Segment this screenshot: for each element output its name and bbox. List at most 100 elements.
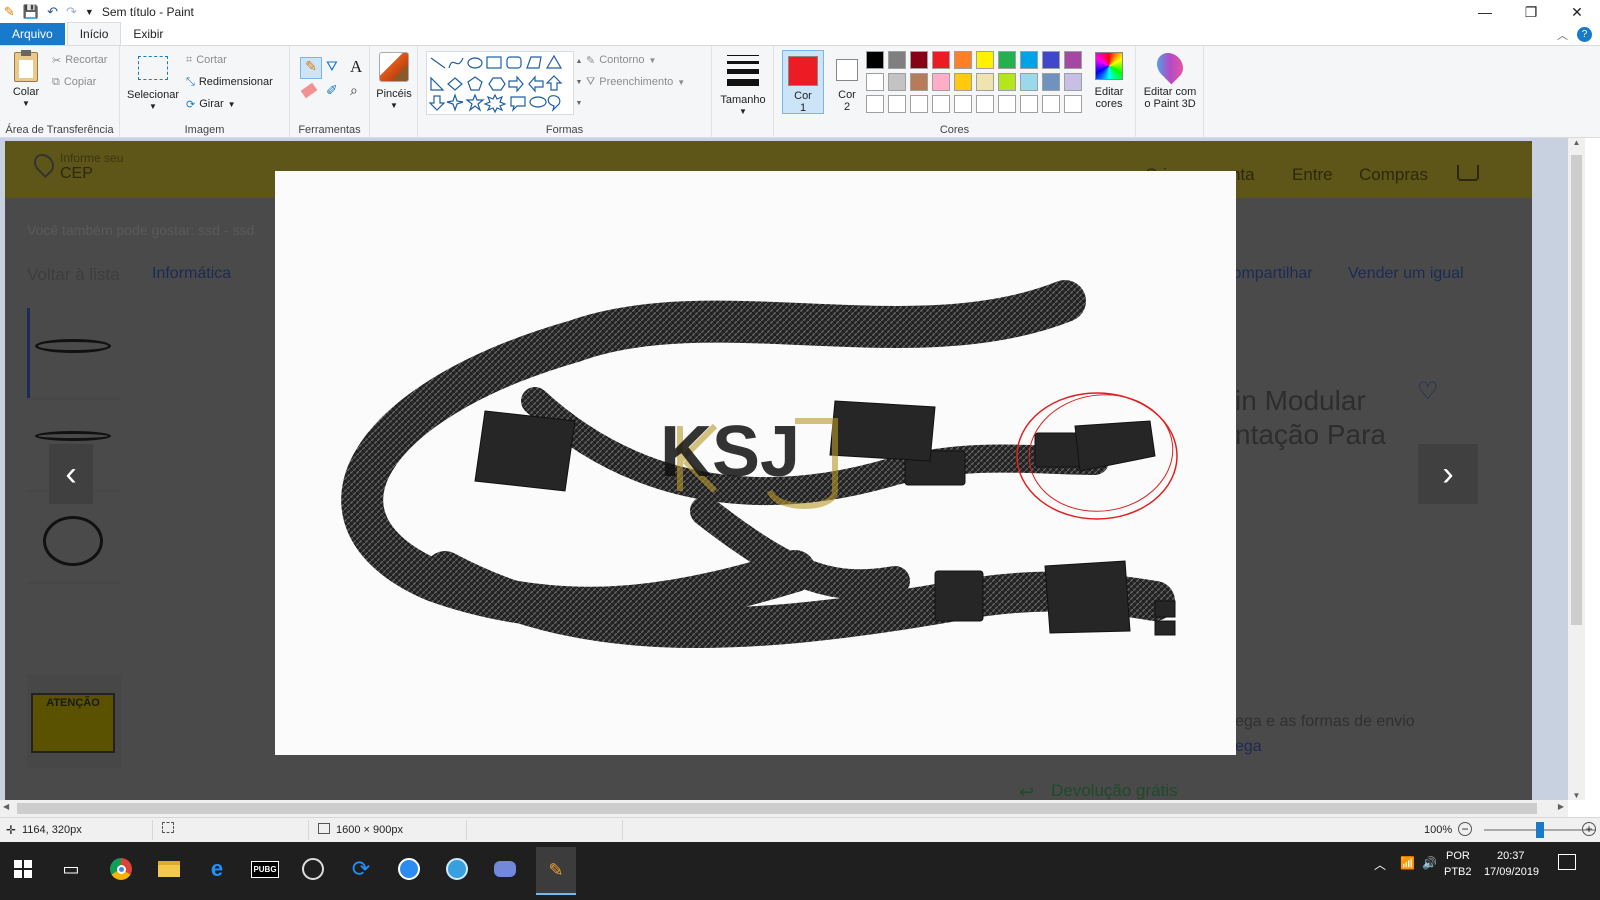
tab-home[interactable]: Início [66,22,122,45]
customize-dropdown-icon[interactable]: ▼ [85,7,94,17]
obs-icon[interactable] [296,852,330,886]
palette-swatch[interactable] [976,51,994,69]
copy-button[interactable]: ⧉ Copiar [52,72,96,92]
color2-button[interactable]: Cor 2 [830,50,864,114]
thumbnail-item[interactable] [27,584,121,674]
palette-swatch[interactable] [888,51,906,69]
palette-swatch[interactable] [1064,95,1082,113]
login-link[interactable]: Entre [1292,165,1333,185]
outline-button[interactable]: ✎ Contorno ▼ [586,50,656,70]
fill-bucket-icon[interactable]: ⛛ [326,58,338,75]
zoom-out-icon[interactable]: − [1458,822,1472,836]
edit-colors-button[interactable]: Editar cores [1086,52,1132,118]
blue-app2-icon[interactable] [440,852,474,886]
clock-date[interactable]: 17/09/2019 [1484,866,1539,878]
horizontal-scrollbar[interactable]: ◀ ▶ [0,800,1568,817]
restore-button[interactable]: ❐ [1508,0,1554,24]
palette-swatch[interactable] [888,73,906,91]
palette-swatch[interactable] [1020,51,1038,69]
palette-swatch[interactable] [976,73,994,91]
scroll-down-icon[interactable]: ▼ [1568,791,1585,800]
purchases-link[interactable]: Compras [1359,165,1428,185]
paste-button[interactable]: Colar ▼ [6,50,46,112]
palette-swatch[interactable] [932,95,950,113]
breadcrumb-link[interactable]: Informática [152,265,231,283]
resize-button[interactable]: ⤡ Redimensionar [186,72,273,92]
size-button[interactable]: Tamanho ▼ [720,52,766,118]
browser-refresh-icon[interactable]: ⟳ [344,852,378,886]
palette-swatch[interactable] [1020,95,1038,113]
cut-button[interactable]: ✂ Recortar [52,50,107,70]
zoom-slider[interactable] [1484,822,1596,838]
sell-similar-link[interactable]: Vender um igual [1348,265,1464,283]
pubg-icon[interactable]: PUBG [248,852,282,886]
fill-button[interactable]: ⛛ Preenchimento ▼ [586,72,685,92]
palette-swatch[interactable] [1042,73,1060,91]
notification-center-icon[interactable] [1558,854,1576,870]
brushes-button[interactable]: Pincéis ▼ [374,52,414,118]
tab-view[interactable]: Exibir [121,23,175,45]
vertical-scrollbar[interactable]: ▲ ▼ [1568,138,1585,800]
gallery-next-button[interactable]: › [1418,444,1478,504]
palette-swatch[interactable] [1042,51,1060,69]
paint-app-icon[interactable]: ✎ [4,4,15,20]
file-explorer-icon[interactable] [152,852,186,886]
canvas-area[interactable]: Informe seu CEP Crie sua conta Entre Com… [0,138,1568,800]
edit-paint3d-button[interactable]: Editar com o Paint 3D [1140,47,1200,118]
zoom-in-icon[interactable]: + [1582,822,1596,836]
palette-swatch[interactable] [1042,95,1060,113]
gallery-prev-button[interactable]: ‹ [49,444,93,504]
palette-swatch[interactable] [954,51,972,69]
discord-icon[interactable] [488,852,522,886]
select-button[interactable]: Selecionar ▼ [126,52,180,114]
palette-swatch[interactable] [866,95,884,113]
back-to-list-link[interactable]: Voltar à lista [27,265,120,285]
language-secondary[interactable]: PTB2 [1444,866,1472,878]
language-primary[interactable]: POR [1446,850,1470,862]
shipping-info-2[interactable]: ega [1235,738,1262,756]
palette-swatch[interactable] [998,51,1016,69]
palette-swatch[interactable] [998,95,1016,113]
vertical-scroll-thumb[interactable] [1571,155,1582,625]
edge-icon[interactable]: e [200,852,234,886]
shapes-gallery[interactable] [426,51,574,115]
scroll-left-icon[interactable]: ◀ [3,802,9,811]
tab-file[interactable]: Arquivo [0,23,65,45]
undo-icon[interactable]: ↶ [47,4,58,20]
cep-link[interactable]: CEP [60,165,93,183]
redo-icon[interactable]: ↷ [66,4,77,20]
palette-swatch[interactable] [910,51,928,69]
pencil-tool[interactable]: ✎ [300,57,322,79]
task-view-icon[interactable]: ▭ [54,852,88,886]
palette-swatch[interactable] [1020,73,1038,91]
tray-expand-icon[interactable]: ︿ [1374,856,1386,873]
paint-taskbar-icon[interactable]: ✎ [536,847,576,895]
cart-icon[interactable] [1457,165,1479,181]
palette-swatch[interactable] [888,95,906,113]
volume-icon[interactable]: 🔊 [1422,856,1437,870]
palette-swatch[interactable] [998,73,1016,91]
collapse-ribbon-icon[interactable]: ︿ [1557,27,1568,43]
palette-swatch[interactable] [954,73,972,91]
color1-button[interactable]: Cor 1 [782,50,824,114]
rotate-button[interactable]: ⟳ Girar ▼ [186,94,236,114]
magnifier-icon[interactable]: ⌕ [350,82,358,99]
palette-swatch[interactable] [1064,51,1082,69]
blue-app-icon[interactable] [392,852,426,886]
clock-time[interactable]: 20:37 [1497,850,1525,862]
pasted-screenshot[interactable]: Informe seu CEP Crie sua conta Entre Com… [5,141,1532,800]
thumbnail-item[interactable]: ATENÇÃO [31,693,115,753]
zoom-slider-thumb[interactable] [1536,822,1544,838]
color-picker-icon[interactable]: ✐ [326,82,338,99]
palette-swatch[interactable] [932,73,950,91]
palette-swatch[interactable] [1064,73,1082,91]
palette-swatch[interactable] [866,51,884,69]
chrome-icon[interactable] [104,852,138,886]
shapes-scroll[interactable]: ▲ ▼ ▼ [574,51,584,115]
palette-swatch[interactable] [866,73,884,91]
eraser-icon[interactable] [300,82,318,99]
close-button[interactable]: ✕ [1554,0,1600,24]
text-tool[interactable]: A [350,57,362,77]
product-image[interactable]: KSJ [275,171,1236,755]
minimize-button[interactable]: — [1462,0,1508,24]
